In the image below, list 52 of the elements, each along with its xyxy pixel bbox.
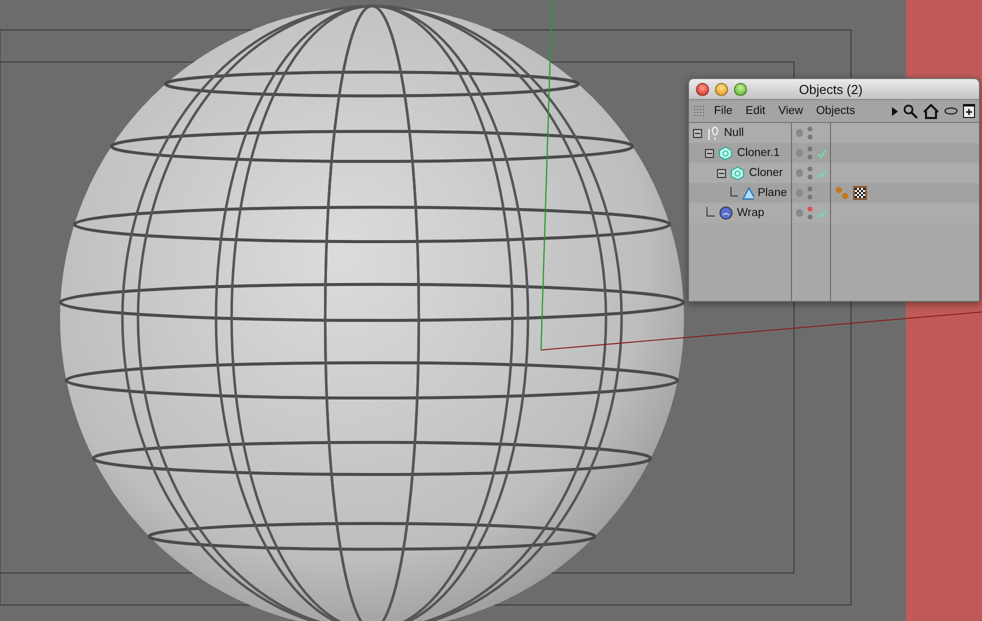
eye-icon[interactable]	[944, 107, 958, 115]
list-row[interactable]: Cloner.1	[689, 143, 791, 163]
search-icon[interactable]	[903, 104, 918, 118]
sphere-icon	[719, 206, 733, 220]
list-row[interactable]: Null	[689, 123, 791, 143]
checker-tag-icon[interactable]	[853, 186, 867, 200]
menu-item[interactable]: File	[710, 105, 737, 117]
visibility-dots-icon[interactable]	[807, 126, 813, 140]
list-row[interactable]	[792, 183, 830, 203]
menu-item[interactable]: Edit	[742, 105, 770, 117]
visibility-dots-icon[interactable]	[807, 146, 813, 160]
minimize-button[interactable]	[715, 82, 728, 96]
object-name[interactable]: Null	[724, 127, 744, 139]
list-row[interactable]	[792, 163, 830, 183]
object-name[interactable]: Wrap	[737, 207, 764, 219]
expand-toggle[interactable]	[717, 168, 726, 178]
check-icon[interactable]	[816, 148, 826, 158]
object-name[interactable]: Cloner.1	[737, 147, 780, 159]
triangle-icon[interactable]	[892, 106, 898, 116]
object-name[interactable]: Plane	[758, 187, 787, 199]
list-row[interactable]: Cloner	[689, 163, 791, 183]
expand-toggle[interactable]	[705, 148, 714, 158]
zoom-button[interactable]	[734, 82, 747, 96]
visibility-dots-icon[interactable]	[807, 166, 813, 180]
list-row[interactable]: Plane	[689, 183, 791, 203]
triangle-icon	[742, 186, 754, 200]
layer-dot[interactable]	[796, 149, 804, 157]
layer-dot[interactable]	[796, 129, 804, 137]
list-row[interactable]: Wrap	[689, 203, 791, 223]
null-object-icon	[706, 126, 720, 140]
check-icon[interactable]	[816, 168, 826, 178]
menu-item[interactable]: Objects	[812, 105, 860, 117]
home-icon[interactable]	[923, 104, 939, 118]
visibility-dots-icon[interactable]	[807, 186, 813, 200]
new-window-icon[interactable]	[963, 104, 975, 118]
tree-line-icon	[705, 207, 715, 219]
cloner-icon	[718, 146, 733, 160]
check-icon[interactable]	[816, 208, 826, 218]
layer-dot[interactable]	[796, 189, 804, 197]
list-row[interactable]	[792, 143, 830, 163]
object-name[interactable]: Cloner	[749, 167, 783, 179]
tree-line-icon	[729, 187, 738, 199]
layer-dot[interactable]	[796, 209, 804, 217]
layer-dot[interactable]	[796, 169, 804, 177]
menu-item[interactable]: View	[774, 105, 808, 117]
close-button[interactable]	[696, 82, 709, 96]
window-title: Objects (2)	[799, 82, 863, 96]
expand-toggle[interactable]	[693, 128, 702, 138]
visibility-dots-icon[interactable]	[807, 206, 813, 220]
list-row[interactable]	[792, 123, 830, 143]
list-row[interactable]	[792, 203, 830, 223]
cloner-icon	[730, 166, 745, 180]
